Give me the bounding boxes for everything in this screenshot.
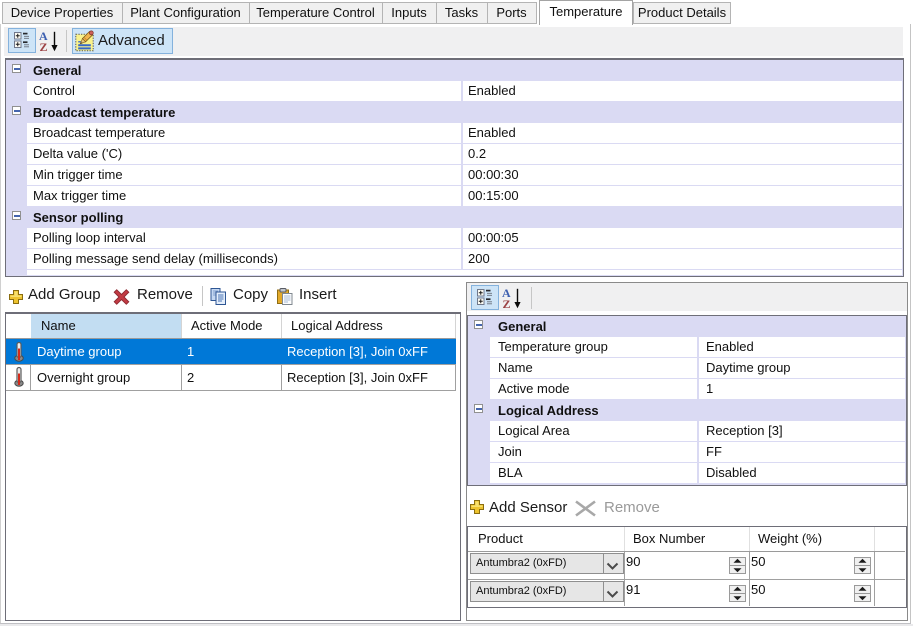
- svg-text:Z: Z: [40, 40, 48, 52]
- svg-text:Z: Z: [503, 297, 511, 309]
